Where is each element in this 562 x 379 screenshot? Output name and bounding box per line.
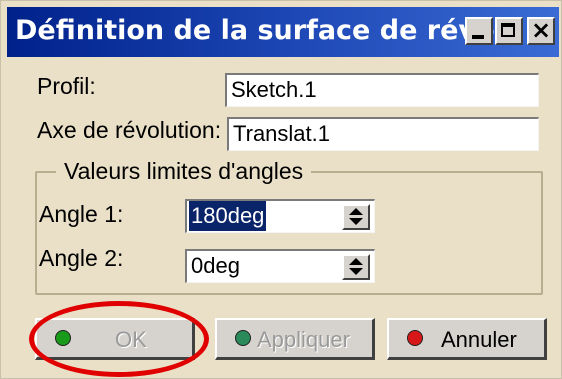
angle1-value: 180deg (189, 201, 267, 231)
spin-up-icon (349, 258, 363, 265)
minimize-button[interactable] (465, 17, 493, 45)
title-bar[interactable]: Définition de la surface de révol... × (7, 7, 559, 57)
axis-label: Axe de révolution: (37, 117, 222, 143)
angle2-value: 0deg (191, 253, 240, 278)
angle2-label: Angle 2: (39, 245, 124, 271)
dialog-window: Définition de la surface de révol... × P… (0, 0, 562, 379)
red-dot-icon (407, 330, 423, 346)
green-dot-icon (235, 330, 251, 346)
angle1-field[interactable]: 180deg (185, 199, 375, 233)
window-title: Définition de la surface de révol... (15, 15, 535, 46)
cancel-button-label: Annuler (441, 327, 517, 352)
green-dot-icon (55, 330, 71, 346)
spin-down-icon (349, 268, 363, 275)
minimize-icon (472, 35, 484, 39)
angle2-spinner[interactable] (342, 254, 370, 280)
spin-up-icon (349, 208, 363, 215)
angle2-field[interactable]: 0deg (185, 249, 375, 283)
angle1-label: Angle 1: (39, 201, 124, 227)
axis-field[interactable]: Translat.1 (227, 117, 539, 151)
close-icon: × (530, 16, 552, 44)
maximize-icon (501, 23, 515, 37)
ok-button[interactable]: OK (35, 318, 195, 360)
apply-button[interactable]: Appliquer (215, 318, 375, 360)
apply-button-label: Appliquer (257, 327, 350, 352)
angle1-spinner[interactable] (342, 204, 370, 230)
angle-limits-group-title: Valeurs limites d'angles (56, 158, 312, 185)
ok-button-label: OK (115, 327, 147, 352)
cancel-button[interactable]: Annuler (387, 318, 547, 360)
maximize-button[interactable] (495, 17, 523, 45)
spin-down-icon (349, 218, 363, 225)
profile-label: Profil: (37, 73, 96, 99)
profile-field[interactable]: Sketch.1 (225, 73, 539, 107)
close-button[interactable]: × (527, 16, 555, 45)
